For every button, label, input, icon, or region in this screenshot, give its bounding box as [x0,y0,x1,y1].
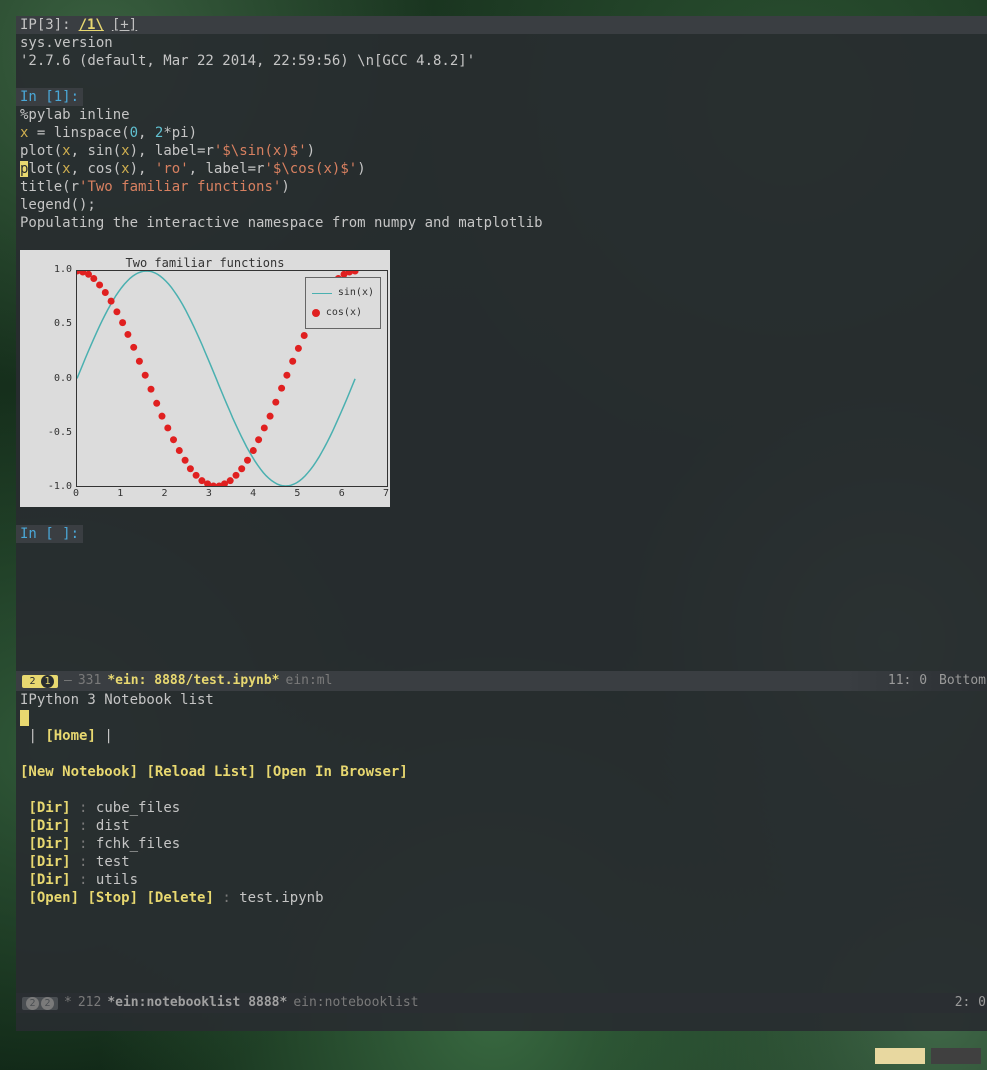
home-link[interactable]: [Home] [45,728,96,744]
chart-plot-area: sin(x) cos(x) [76,270,388,487]
dir-entry: [Dir] : utils [20,871,987,889]
dir-button[interactable]: [Dir] [28,836,70,852]
ytick: -0.5 [48,424,72,442]
dir-button[interactable]: [Dir] [28,800,70,816]
dir-entry: [Dir] : test [20,853,987,871]
notebook-pane: IP[3]: /1\ [+] sys.version '2.7.6 (defau… [16,16,987,691]
modeline-buffer-name: *ein: 8888/test.ipynb* [107,672,279,690]
cell0-output-line2: '2.7.6 (default, Mar 22 2014, 22:59:56) … [16,52,987,70]
xtick: 4 [250,485,256,503]
new-notebook-button[interactable]: [New Notebook] [20,764,138,780]
xtick: 2 [162,485,168,503]
ytick: 0.5 [54,315,72,333]
legend-entry-sin: sin(x) [338,284,374,302]
code-line-1[interactable]: %pylab inline [16,106,987,124]
dir-entry: [Dir] : dist [20,817,987,835]
code-line-5[interactable]: title(r'Two familiar functions') [16,178,987,196]
stop-notebook-button[interactable]: [Stop] [87,890,138,906]
dir-name: test [96,854,130,870]
xtick: 6 [339,485,345,503]
dir-button[interactable]: [Dir] [28,818,70,834]
taskbar [869,1042,987,1070]
dir-button[interactable]: [Dir] [28,872,70,888]
modeline-linenum: 331 [78,672,101,690]
xtick: 3 [206,485,212,503]
notebooklist-title: IPython 3 Notebook list [20,691,987,709]
xtick: 7 [383,485,389,503]
cell-indicator: IP[3]: [20,16,71,34]
ytick: 0.0 [54,370,72,388]
code-line-3[interactable]: plot(x, sin(x), label=r'$\sin(x)$') [16,142,987,160]
modeline-cursor-pos: 11: 0 [888,672,927,690]
chart-output: Two familiar functions sin(x) cos(x) -1.… [20,250,390,507]
xtick: 5 [294,485,300,503]
dir-entry: [Dir] : cube_files [20,799,987,817]
worksheet-tab-active[interactable]: /1\ [79,16,104,34]
legend-entry-cos: cos(x) [326,304,362,322]
dir-name: dist [96,818,130,834]
dir-entry: [Dir] : fchk_files [20,835,987,853]
window-number-badge-2: 22 [22,997,58,1010]
cell0-output-line1: sys.version [16,34,987,52]
text-cursor-2 [20,710,29,726]
cell1-prompt: In [1]: [16,88,83,106]
modeline2-mode: ein:notebooklist [293,994,418,1012]
modeline2-buffer-name: *ein:notebooklist 8888* [107,994,287,1012]
legend-dot-icon [312,309,320,317]
modeline-scroll-pos: Bottom [939,672,986,690]
modeline-mode: ein:ml [286,672,333,690]
xtick: 0 [73,485,79,503]
code-line-4[interactable]: plot(x, cos(x), 'ro', label=r'$\cos(x)$'… [16,160,987,178]
open-notebook-button[interactable]: [Open] [28,890,79,906]
ytick: -1.0 [48,478,72,496]
ytick: 1.0 [54,261,72,279]
cell2-prompt: In [ ]: [16,525,83,543]
window-number-badge: 21 [22,675,58,688]
taskbar-button-1[interactable] [875,1048,925,1064]
taskbar-button-2[interactable] [931,1048,981,1064]
modeline-top: 21 — 331 *ein: 8888/test.ipynb* ein:ml 1… [16,671,987,691]
chart-legend: sin(x) cos(x) [305,277,381,329]
modeline2-linenum: 212 [78,994,101,1012]
code-line-2[interactable]: x = linspace(0, 2*pi) [16,124,987,142]
xtick: 1 [117,485,123,503]
add-worksheet-button[interactable]: [+] [112,16,137,34]
cell2-empty[interactable] [16,543,987,561]
legend-line-icon [312,293,332,294]
notebook-list-pane: IPython 3 Notebook list | [Home] | [New … [16,691,987,1031]
open-in-browser-button[interactable]: [Open In Browser] [264,764,407,780]
dir-name: cube_files [96,800,180,816]
reload-list-button[interactable]: [Reload List] [146,764,256,780]
dir-button[interactable]: [Dir] [28,854,70,870]
dir-name: fchk_files [96,836,180,852]
modeline-bottom: 22 * 212 *ein:notebooklist 8888* ein:not… [16,993,987,1013]
modeline2-cursor-pos: 2: 0 [955,994,986,1012]
delete-notebook-button[interactable]: [Delete] [146,890,213,906]
code-line-6[interactable]: legend(); [16,196,987,214]
dir-name: utils [96,872,138,888]
notebook-file-name: test.ipynb [239,890,323,906]
header-line: IP[3]: /1\ [+] [16,16,987,34]
emacs-window: IP[3]: /1\ [+] sys.version '2.7.6 (defau… [16,16,987,1031]
cell1-stdout: Populating the interactive namespace fro… [16,214,987,232]
